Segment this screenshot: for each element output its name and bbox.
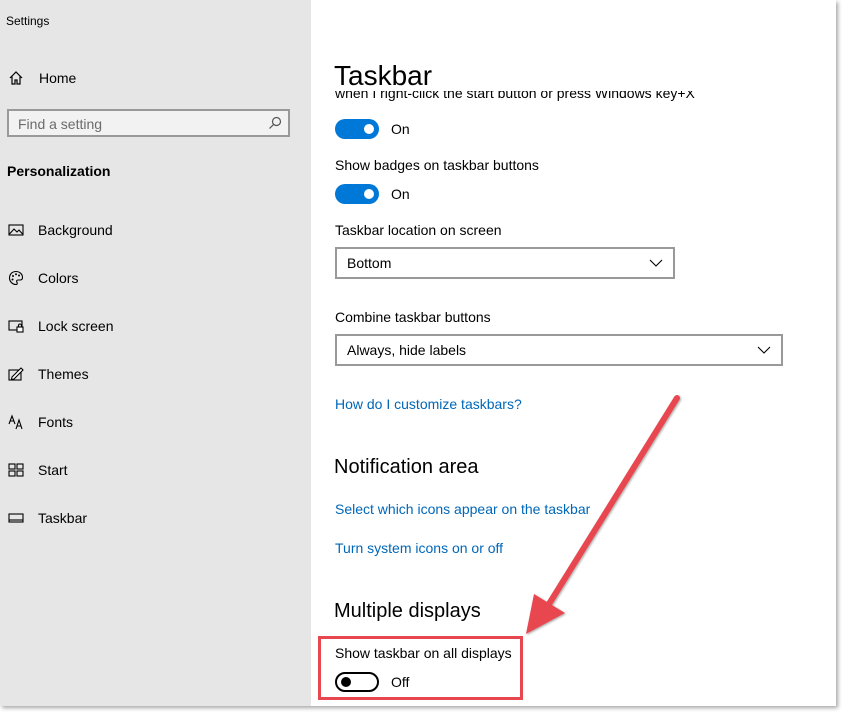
search-box[interactable]	[7, 109, 290, 137]
location-label: Taskbar location on screen	[335, 222, 502, 238]
home-icon	[6, 68, 26, 88]
taskbar-icon	[6, 508, 26, 528]
system-icons-link[interactable]: Turn system icons on or off	[335, 540, 503, 556]
home-label: Home	[39, 70, 77, 86]
sidebar-item-label: Lock screen	[38, 318, 114, 334]
palette-icon	[6, 268, 26, 288]
main-content: Taskbar when I right-click the start but…	[311, 0, 836, 706]
sidebar-item-lock-screen[interactable]: Lock screen	[0, 310, 311, 342]
chevron-down-icon	[649, 259, 663, 267]
notification-area-heading: Notification area	[334, 456, 479, 478]
sidebar: Settings Home Personalization Background	[0, 0, 311, 706]
cropped-setting-label: when I right-click the start button or p…	[335, 91, 695, 101]
sidebar-item-label: Start	[38, 462, 68, 478]
picture-icon	[6, 220, 26, 240]
select-icons-link[interactable]: Select which icons appear on the taskbar	[335, 501, 590, 517]
combine-value: Always, hide labels	[347, 342, 467, 358]
lock-screen-icon	[6, 316, 26, 336]
combine-label: Combine taskbar buttons	[335, 309, 491, 325]
sidebar-item-label: Taskbar	[38, 510, 88, 526]
sidebar-item-label: Background	[38, 222, 113, 238]
annotation-highlight-box	[318, 636, 523, 700]
replace-cmd-toggle[interactable]	[335, 119, 379, 139]
chevron-down-icon	[757, 346, 771, 354]
sidebar-item-background[interactable]: Background	[0, 214, 311, 246]
sidebar-item-fonts[interactable]: Fonts	[0, 406, 311, 438]
toggle-state-label: On	[391, 186, 410, 202]
sidebar-item-start[interactable]: Start	[0, 454, 311, 486]
themes-icon	[6, 364, 26, 384]
replace-cmd-toggle-row: On	[335, 119, 410, 139]
sidebar-item-themes[interactable]: Themes	[0, 358, 311, 390]
fonts-icon	[6, 412, 26, 432]
sidebar-item-label: Colors	[38, 270, 79, 286]
combine-dropdown[interactable]: Always, hide labels	[335, 334, 783, 366]
start-icon	[6, 460, 26, 480]
sidebar-item-label: Themes	[38, 366, 89, 382]
badges-label: Show badges on taskbar buttons	[335, 157, 539, 173]
sidebar-item-colors[interactable]: Colors	[0, 262, 311, 294]
app-title: Settings	[6, 14, 50, 28]
multiple-displays-heading: Multiple displays	[334, 600, 481, 622]
customize-taskbars-link[interactable]: How do I customize taskbars?	[335, 396, 522, 412]
sidebar-item-label: Fonts	[38, 414, 74, 430]
location-dropdown[interactable]: Bottom	[335, 247, 675, 279]
sidebar-item-taskbar[interactable]: Taskbar	[0, 502, 311, 534]
section-title: Personalization	[7, 163, 111, 179]
badges-toggle[interactable]	[335, 184, 379, 204]
search-input[interactable]	[9, 111, 260, 137]
toggle-state-label: On	[391, 121, 410, 137]
search-icon[interactable]	[268, 116, 282, 130]
settings-window: Settings Home Personalization Background	[0, 0, 836, 706]
home-nav-item[interactable]: Home	[0, 62, 311, 94]
location-value: Bottom	[347, 255, 392, 271]
page-title: Taskbar	[334, 60, 433, 91]
badges-toggle-row: On	[335, 184, 410, 204]
